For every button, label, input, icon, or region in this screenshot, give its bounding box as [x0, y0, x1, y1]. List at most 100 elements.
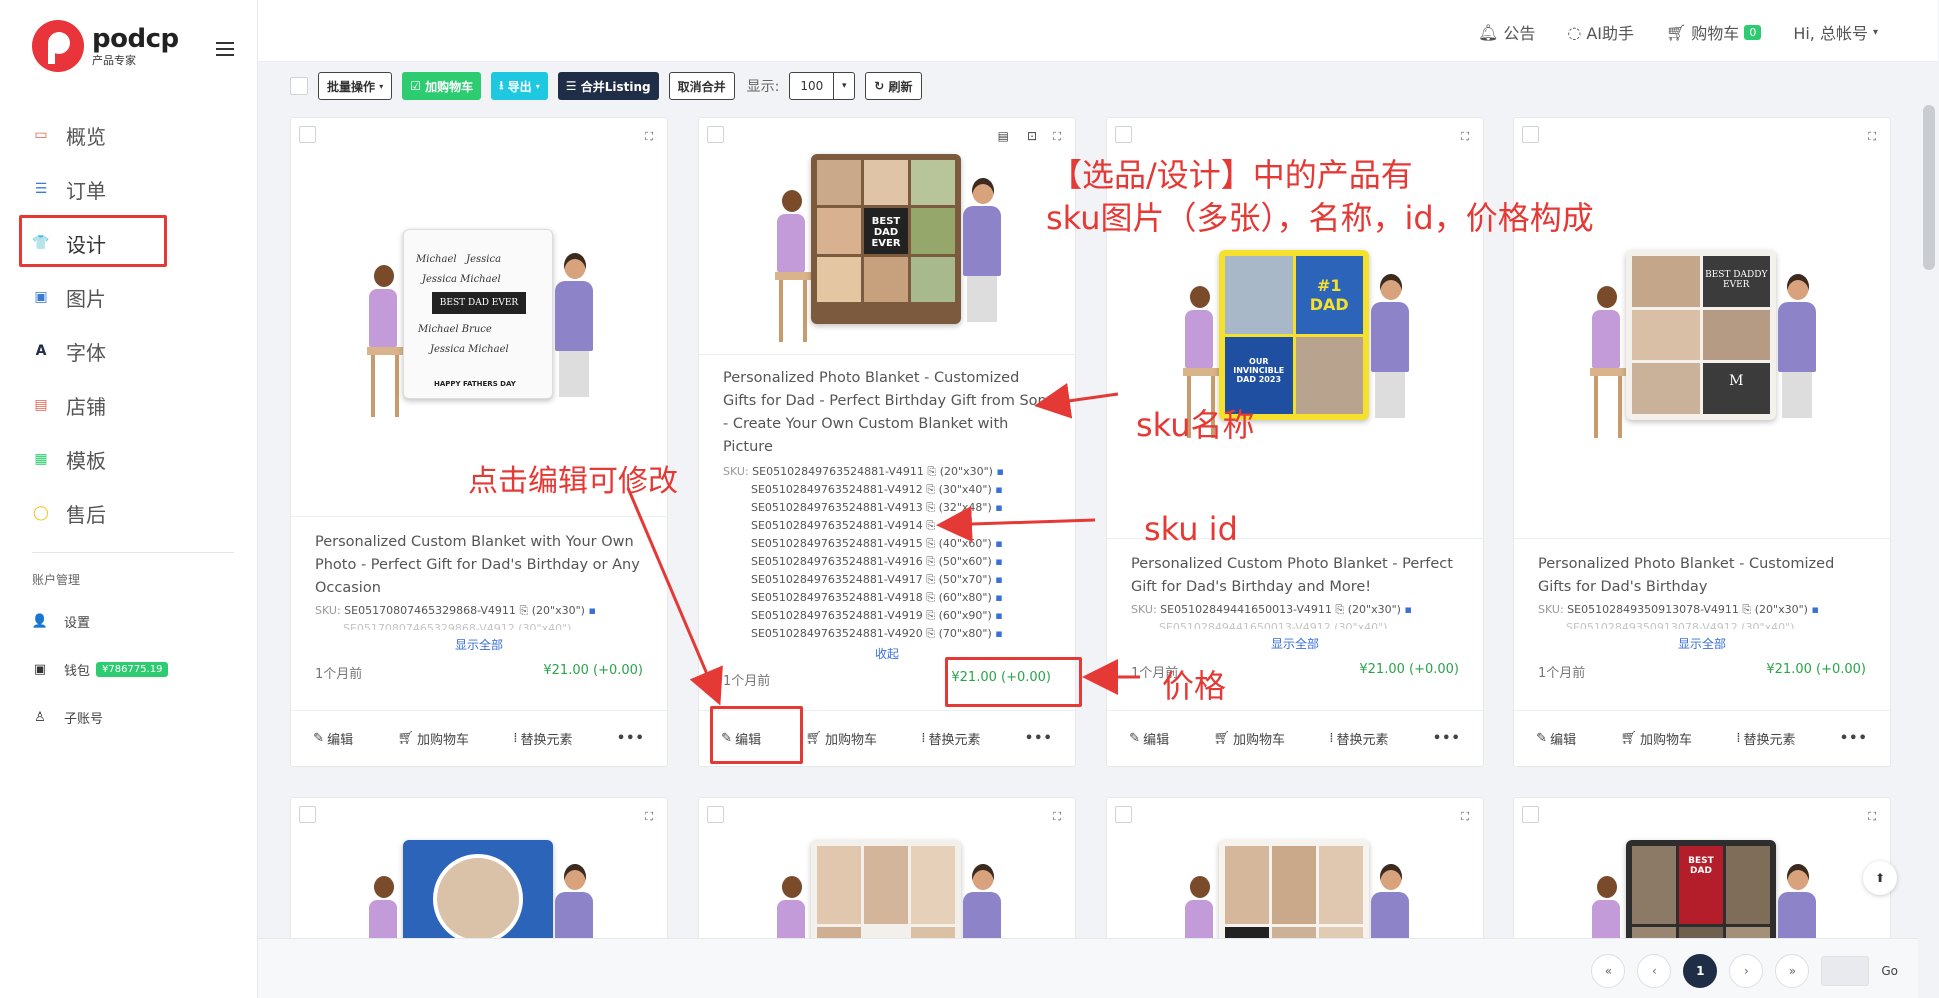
- edit-button[interactable]: ✎ 编辑: [1536, 729, 1576, 748]
- menu-toggle-icon[interactable]: [216, 42, 234, 60]
- expand-icon[interactable]: ⛶: [1461, 810, 1469, 824]
- edit-button[interactable]: ✎ 编辑: [313, 729, 353, 748]
- first-page-button[interactable]: «: [1591, 954, 1626, 988]
- sidebar-item-subaccount[interactable]: ♙ 子账号: [32, 708, 103, 727]
- refresh-button[interactable]: ↻ 刷新: [865, 72, 922, 100]
- sidebar-item-images[interactable]: ▣ 图片: [0, 270, 258, 324]
- product-card[interactable]: ▤ ⊡ ⛶ BEST DAD EVER Personalized Photo B…: [698, 117, 1076, 767]
- logo[interactable]: podcp 产品专家: [32, 20, 179, 72]
- export-button[interactable]: ⭳ 导出 ▾: [491, 72, 548, 100]
- product-price: ¥21.00 (+0.00): [1766, 662, 1866, 677]
- product-card[interactable]: ⛶ DAD: [1106, 797, 1484, 998]
- copy-icon[interactable]: ⎘: [519, 604, 528, 617]
- add-cart-button[interactable]: 🛒︎ 加购物车: [805, 729, 877, 748]
- edit-button[interactable]: ✎ 编辑: [1129, 729, 1169, 748]
- updated-time: 1个月前: [315, 667, 363, 682]
- sidebar-item-aftersales[interactable]: ◯ 售后: [0, 486, 258, 540]
- go-button[interactable]: Go: [1881, 964, 1898, 978]
- edit-icon: ✎: [1129, 731, 1141, 746]
- replace-element-button[interactable]: ⁞ 替换元素: [513, 729, 572, 748]
- sku-id: SE05170807465329868-V4912: [343, 622, 515, 630]
- sku-id: SE05102849763524881-V4915: [751, 537, 923, 550]
- page-jump-input[interactable]: [1821, 956, 1870, 986]
- product-name: Personalized Custom Blanket with Your Ow…: [315, 534, 640, 596]
- replace-element-button[interactable]: ⁞ 替换元素: [1329, 729, 1388, 748]
- show-all-toggle[interactable]: 显示全部: [1131, 635, 1459, 652]
- product-name: Personalized Photo Blanket - Customized …: [1538, 556, 1835, 595]
- show-all-toggle[interactable]: 显示全部: [1538, 635, 1866, 652]
- cart-count-badge: 0: [1744, 24, 1762, 40]
- select-all-checkbox[interactable]: [290, 77, 308, 95]
- card-checkbox[interactable]: [1115, 806, 1132, 823]
- sku-size: (70"x80"): [938, 627, 992, 640]
- unmerge-button[interactable]: 取消合并: [668, 72, 735, 100]
- product-card[interactable]: ⛶ BEST DAD: [1513, 797, 1891, 998]
- brand-subtitle: 产品专家: [92, 54, 136, 67]
- edit-sku-icon[interactable]: ▪: [588, 604, 595, 617]
- annotation-title-line2: sku图片（多张），名称，id，价格构成: [1046, 199, 1594, 237]
- add-cart-button[interactable]: 🛒︎ 加购物车: [397, 729, 469, 748]
- replace-element-button[interactable]: ⁞ 替换元素: [1736, 729, 1795, 748]
- wallet-balance-badge: ¥786775.19: [96, 662, 169, 677]
- product-image[interactable]: BEST DAD EVER: [699, 124, 1075, 360]
- last-page-button[interactable]: »: [1775, 954, 1810, 988]
- sku-id: SE05102849763524881-V4914: [751, 519, 923, 532]
- pagination: « ‹ 1 › » Go: [1591, 954, 1898, 988]
- sidebar: podcp 产品专家 ▭ 概览 ☰ 订单 👕 设计 ▣ 图片 A 字体 ▤ 店铺…: [0, 0, 258, 998]
- sku-id: SE05102849763524881-V4919: [751, 609, 923, 622]
- refresh-icon: ↻: [874, 79, 885, 93]
- sidebar-item-templates[interactable]: ▦ 模板: [0, 432, 258, 486]
- more-button[interactable]: •••: [617, 731, 645, 746]
- edit-button[interactable]: ✎ 编辑: [721, 729, 761, 748]
- add-cart-button[interactable]: 🛒︎ 加购物车: [1620, 729, 1692, 748]
- sidebar-item-label: 子账号: [64, 712, 104, 727]
- sku-prefix: SKU:: [1131, 603, 1157, 616]
- merge-listing-button[interactable]: ☰ 合并Listing: [557, 72, 659, 100]
- add-to-cart-button[interactable]: ☑ 加购物车: [402, 72, 482, 100]
- add-cart-button[interactable]: 🛒︎ 加购物车: [1213, 729, 1285, 748]
- batch-actions-button[interactable]: 批量操作 ▾: [318, 72, 393, 100]
- more-button[interactable]: •••: [1840, 731, 1868, 746]
- product-image[interactable]: BEST DADDY EVER M: [1514, 128, 1890, 548]
- expand-icon[interactable]: ⛶: [1053, 810, 1061, 824]
- arrow-up-icon: ⬆: [1874, 871, 1886, 885]
- scrollbar[interactable]: [1923, 105, 1935, 270]
- current-page[interactable]: 1: [1683, 954, 1718, 988]
- sku-row: SE05102849763524881-V4920 ⎘ (70"x80") ▪: [751, 627, 1003, 640]
- product-card[interactable]: ⛶: [698, 797, 1076, 998]
- cart-link[interactable]: 🛒︎ 购物车 0: [1666, 20, 1762, 44]
- notice-link[interactable]: 🔔︎ 公告: [1478, 20, 1535, 44]
- replace-label: 替换元素: [1743, 733, 1796, 748]
- prev-page-button[interactable]: ‹: [1637, 954, 1672, 988]
- collapse-toggle[interactable]: 收起: [723, 645, 1051, 662]
- notice-label: 公告: [1503, 24, 1536, 43]
- next-page-button[interactable]: ›: [1729, 954, 1764, 988]
- sidebar-item-design[interactable]: 👕 设计: [0, 216, 258, 270]
- sidebar-item-fonts[interactable]: A 字体: [0, 324, 258, 378]
- more-button[interactable]: •••: [1025, 731, 1053, 746]
- sidebar-item-orders[interactable]: ☰ 订单: [0, 162, 258, 216]
- sku-size: (20"x30"): [1347, 603, 1401, 616]
- show-all-toggle[interactable]: 显示全部: [315, 636, 643, 653]
- product-card[interactable]: ⛶ BEST DAD EVER Michael Jessica Jessica …: [290, 117, 668, 767]
- sidebar-item-wallet[interactable]: ▣ 钱包 ¥786775.19: [32, 660, 169, 679]
- card-checkbox[interactable]: [299, 806, 316, 823]
- sku-row: SE05102849763524881-V4917 ⎘ (50"x70") ▪: [751, 573, 1003, 586]
- card-checkbox[interactable]: [707, 806, 724, 823]
- sidebar-item-overview[interactable]: ▭ 概览: [0, 108, 258, 162]
- card-actions: ✎ 编辑 🛒︎ 加购物车 ⁞ 替换元素 •••: [699, 710, 1075, 766]
- card-checkbox[interactable]: [1522, 806, 1539, 823]
- sidebar-item-stores[interactable]: ▤ 店铺: [0, 378, 258, 432]
- user-menu[interactable]: Hi, 总帐号 ▾: [1793, 20, 1878, 44]
- expand-icon[interactable]: ⛶: [1868, 810, 1876, 824]
- more-button[interactable]: •••: [1433, 731, 1461, 746]
- caret-down-icon: ▾: [535, 81, 540, 91]
- sidebar-item-settings[interactable]: 👤 设置: [32, 612, 90, 631]
- scroll-top-button[interactable]: ⬆: [1863, 861, 1897, 895]
- sku-id: SE05102849763524881-V4918: [751, 591, 923, 604]
- page-size-select[interactable]: 100 ▾: [789, 72, 856, 100]
- replace-element-button[interactable]: ⁞ 替换元素: [921, 729, 980, 748]
- ai-assistant-link[interactable]: ◌ AI助手: [1567, 20, 1634, 44]
- product-card[interactable]: ⛶: [290, 797, 668, 998]
- expand-icon[interactable]: ⛶: [645, 810, 653, 824]
